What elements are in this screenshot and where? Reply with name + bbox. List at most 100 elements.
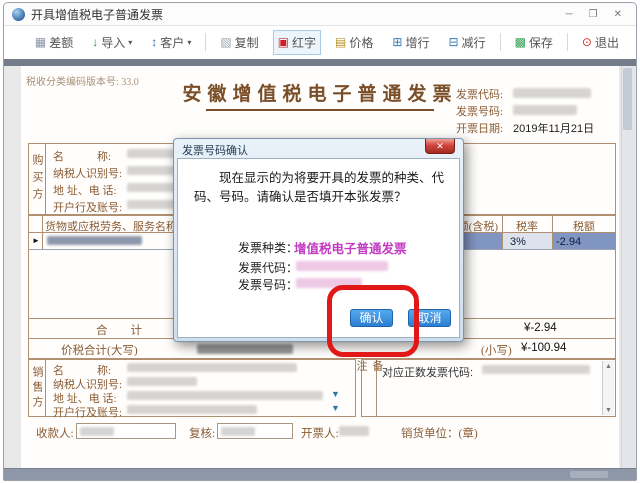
buyer-side-label: 购买方 xyxy=(29,144,46,214)
seller-seal-label: 销货单位：(章) xyxy=(401,425,478,441)
maximize-icon[interactable]: ❒ xyxy=(589,9,598,20)
buyer-name-label: 名 称: xyxy=(53,148,111,164)
buyer-bank-label: 开户行及账号: xyxy=(53,199,122,215)
tax-amount-value: -2.94 xyxy=(556,236,581,248)
toolbar-label: 导入 xyxy=(101,34,125,51)
toolbar-button-red-letter[interactable]: ▣ 红字 xyxy=(273,30,321,55)
toolbar-button-copy[interactable]: ▧ 复制 xyxy=(215,30,263,55)
reviewer-input[interactable] xyxy=(217,423,293,439)
dialog-invoice-code-label: 发票代码： xyxy=(238,259,298,276)
tax-rate-value: 3% xyxy=(510,236,526,248)
redacted-item-name xyxy=(47,236,142,245)
vertical-scrollbar[interactable] xyxy=(621,66,635,468)
power-icon: ⊙ xyxy=(582,36,592,48)
positive-invoice-code-label: 对应正数发票代码: xyxy=(382,364,473,380)
minimize-icon[interactable]: ─ xyxy=(566,9,573,20)
red-letter-icon: ▣ xyxy=(278,36,289,48)
total-label: 合 计 xyxy=(74,322,164,338)
invoice-date-value: 2019年11月21日 xyxy=(513,120,594,136)
toolbar-label: 客户 xyxy=(160,34,184,51)
invoice-code-label: 发票代码: xyxy=(456,86,503,102)
buyer-taxid-label: 纳税人识别号: xyxy=(53,165,122,181)
seller-bank-label: 开户行及账号: xyxy=(53,404,122,420)
redacted-seller-address[interactable] xyxy=(127,391,323,400)
column-header-tax-rate: 税率 xyxy=(502,218,552,234)
payee-input[interactable] xyxy=(76,423,176,439)
buyer-address-label: 地 址、电 话: xyxy=(53,182,117,198)
drawer-label: 开票人: xyxy=(301,425,339,441)
title-bar: 开具增值税电子普通发票 ─ ❒ ✕ xyxy=(4,3,636,26)
grand-total-figures-value: ¥-100.94 xyxy=(521,342,566,354)
toolbar-button-add-row[interactable]: ⊞ 增行 xyxy=(387,30,434,55)
buyer-side-text: 购买方 xyxy=(29,154,45,205)
difference-icon: ▦ xyxy=(35,36,46,48)
toolbar-separator xyxy=(500,33,501,51)
toolbar-label: 价格 xyxy=(349,34,373,51)
dropdown-arrow-icon[interactable]: ▼ xyxy=(331,389,340,399)
reviewer-label: 复核: xyxy=(189,425,215,441)
toolbar-button-import[interactable]: ↓ 导入 ▾ xyxy=(87,30,137,55)
dialog-close-icon[interactable]: ✕ xyxy=(425,139,455,154)
copy-icon: ▧ xyxy=(220,36,231,48)
app-icon xyxy=(12,8,25,21)
red-annotation-circle xyxy=(327,285,419,357)
redacted-invoice-code xyxy=(513,88,591,98)
remark-side-label: 备注 xyxy=(362,360,377,416)
column-header-name: 货物或应税劳务、服务名称 xyxy=(42,218,180,234)
redacted-dialog-invoice-code xyxy=(296,261,388,271)
toolbar-button-exit[interactable]: ⊙ 退出 xyxy=(577,30,624,55)
grand-total-row: 价税合计(大写) (小写) ¥-100.94 xyxy=(28,339,616,359)
horizontal-scrollbar-thumb[interactable] xyxy=(570,471,608,478)
scroll-up-icon[interactable]: ▲ xyxy=(604,362,613,370)
redacted-seller-name[interactable] xyxy=(127,363,297,372)
toolbar-label: 保存 xyxy=(529,34,553,51)
toolbar-separator xyxy=(567,33,568,51)
invoice-type-label: 发票种类： xyxy=(238,239,298,256)
dialog-title: 发票号码确认 xyxy=(182,142,248,158)
scroll-down-icon[interactable]: ▼ xyxy=(604,406,613,414)
price-icon: ▤ xyxy=(335,36,346,48)
dialog-invoice-number-label: 发票号码： xyxy=(238,276,298,293)
redacted-reviewer xyxy=(221,427,255,436)
redacted-positive-invoice-code[interactable] xyxy=(482,365,590,374)
toolbar-label: 复制 xyxy=(235,34,259,51)
toolbar-label: 减行 xyxy=(462,34,486,51)
toolbar-button-remove-row[interactable]: ⊟ 减行 xyxy=(443,30,490,55)
total-tax-value: ¥-2.94 xyxy=(524,322,557,334)
add-row-icon: ⊞ xyxy=(392,36,402,48)
toolbar-label: 差额 xyxy=(49,34,73,51)
chevron-down-icon[interactable]: ▾ xyxy=(187,38,191,47)
redacted-seller-taxid[interactable] xyxy=(127,377,197,386)
redacted-seller-bank[interactable] xyxy=(127,405,257,414)
close-icon[interactable]: ✕ xyxy=(614,9,622,20)
chevron-down-icon[interactable]: ▾ xyxy=(128,38,132,47)
toolbar-label: 增行 xyxy=(405,34,429,51)
seller-side-label: 销售方 xyxy=(29,360,46,416)
toolbar-separator xyxy=(205,33,206,51)
row-indicator-icon: ► xyxy=(32,236,40,245)
save-icon: ▩ xyxy=(515,36,526,48)
column-header-tax-amount: 税额 xyxy=(552,218,616,234)
window-title: 开具增值税电子普通发票 xyxy=(31,6,163,23)
redacted-payee xyxy=(80,427,114,436)
invoice-date-label: 开票日期: xyxy=(456,120,503,136)
payee-label: 收款人: xyxy=(36,425,74,441)
remark-scrollbar[interactable]: ▲ ▼ xyxy=(602,361,614,415)
dialog-message: 现在显示的为将要开具的发票的种类、代码、号码。请确认是否填开本张发票？ xyxy=(194,169,445,208)
toolbar-label: 退出 xyxy=(595,34,619,51)
vertical-scrollbar-thumb[interactable] xyxy=(623,68,632,130)
toolbar-button-price[interactable]: ▤ 价格 xyxy=(330,30,378,55)
toolbar: ▦ 差额 ↓ 导入 ▾ ↕ 客户 ▾ ▧ 复制 ▣ 红字 ▤ 价格 ⊞ 增行 xyxy=(4,26,636,58)
figures-label: (小写) xyxy=(481,342,512,358)
seller-side-text: 销售方 xyxy=(29,366,45,411)
import-icon: ↓ xyxy=(92,36,98,48)
invoice-type-value: 增值税电子普通发票 xyxy=(294,238,407,257)
toolbar-button-customer[interactable]: ↕ 客户 ▾ xyxy=(146,30,196,55)
invoice-title-underline xyxy=(206,109,434,111)
horizontal-scrollbar[interactable] xyxy=(4,468,636,480)
toolbar-button-save[interactable]: ▩ 保存 xyxy=(510,30,558,55)
invoice-number-confirm-dialog: 发票号码确认 ✕ 现在显示的为将要开具的发票的种类、代码、号码。请确认是否填开本… xyxy=(173,138,464,342)
redacted-amount-in-words xyxy=(197,344,293,354)
dropdown-arrow-icon[interactable]: ▼ xyxy=(331,403,340,413)
toolbar-button-difference[interactable]: ▦ 差额 xyxy=(30,30,78,55)
